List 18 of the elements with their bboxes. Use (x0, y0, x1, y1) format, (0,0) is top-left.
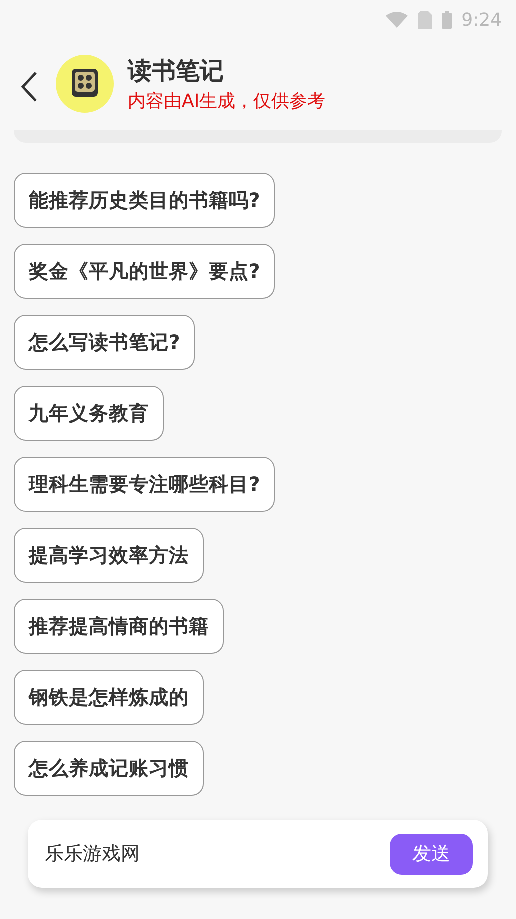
suggestion-chip[interactable]: 理科生需要专注哪些科目? (14, 457, 276, 512)
suggestion-chip[interactable]: 奖金《平凡的世界》要点? (14, 244, 276, 299)
suggestion-chip[interactable]: 九年义务教育 (14, 386, 164, 441)
send-button[interactable]: 发送 (390, 834, 473, 874)
page-title: 读书笔记 (128, 56, 225, 87)
ai-disclaimer: 内容由AI生成，仅供参考 (128, 90, 326, 113)
battery-icon (442, 11, 452, 29)
suggestion-chip[interactable]: 提高学习效率方法 (14, 528, 204, 583)
suggestion-chip[interactable]: 推荐提高情商的书籍 (14, 599, 224, 654)
suggestion-chip[interactable]: 能推荐历史类目的书籍吗? (14, 173, 276, 228)
avatar-icon (56, 55, 114, 113)
message-input[interactable]: 乐乐游戏网 (43, 842, 347, 866)
wifi-icon (386, 12, 408, 28)
suggestion-chip[interactable]: 钢铁是怎样炼成的 (14, 670, 204, 725)
no-sim-icon (418, 11, 432, 29)
suggestion-chip[interactable]: 怎么养成记账习惯 (14, 741, 204, 796)
suggestion-chip[interactable]: 怎么写读书笔记? (14, 315, 196, 370)
status-time: 9:24 (462, 10, 502, 30)
